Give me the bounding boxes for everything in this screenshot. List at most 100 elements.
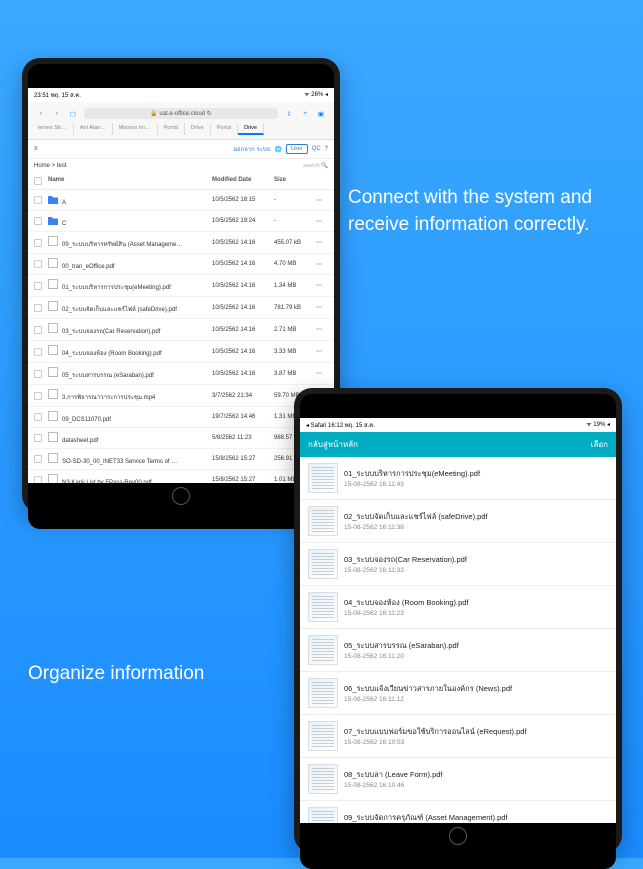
document-row[interactable]: 01_ระบบบริหารการประชุม(eMeeting).pdf 15-… [300, 457, 616, 500]
forward-icon[interactable]: › [52, 109, 62, 119]
new-tab-icon[interactable]: + [300, 109, 310, 119]
file-date: 3/7/2562 21:34 [212, 393, 274, 399]
safari-screen: 23:51 พฤ. 15 ส.ค. ᯤ 26% ◂ ‹ › ▢ 🔒 uat.e-… [28, 88, 334, 483]
file-row[interactable]: 00_tran_eOffice.pdf 10/5/2562 14:16 4.70… [28, 254, 334, 275]
more-icon[interactable]: ⋯ [316, 197, 328, 204]
file-row[interactable]: 09_ระบบบริหารทรัพย์สิน (Asset Manageme… … [28, 232, 334, 254]
document-row[interactable]: 05_ระบบสารบรรณ (eSaraban).pdf 15-08-2562… [300, 629, 616, 672]
row-checkbox[interactable] [34, 476, 42, 483]
file-icon [48, 389, 58, 399]
document-thumbnail [308, 463, 338, 493]
more-icon[interactable]: ⋯ [316, 218, 328, 225]
row-checkbox[interactable] [34, 413, 42, 421]
browser-tab[interactable]: Portal [158, 123, 185, 135]
home-button[interactable] [172, 487, 190, 505]
document-row[interactable]: 02_ระบบจัดเก็บและแชร์ไฟล์ (safeDrive).pd… [300, 500, 616, 543]
row-checkbox[interactable] [34, 196, 42, 204]
caption-organize: Organize information [28, 661, 204, 688]
url-bar[interactable]: 🔒 uat.e-office.cloud ↻ [84, 108, 278, 119]
file-row[interactable]: 04_ระบบจองห้อง (Room Booking).pdf 10/5/2… [28, 341, 334, 363]
share-icon[interactable]: ⇧ [284, 109, 294, 119]
file-row[interactable]: 03_ระบบจองรถ(Car Reservation).pdf 10/5/2… [28, 319, 334, 341]
document-title: 08_ระบบลา (Leave Form).pdf [344, 769, 608, 781]
file-size: 2.71 MB [274, 327, 316, 333]
file-icon [48, 432, 58, 442]
select-all-checkbox[interactable] [34, 177, 42, 185]
row-checkbox[interactable] [34, 392, 42, 400]
row-checkbox[interactable] [34, 348, 42, 356]
more-icon[interactable]: ⋯ [316, 348, 328, 355]
back-to-main-button[interactable]: กลับสู่หน้าหลัก [308, 438, 358, 451]
menu-icon[interactable]: ≡ [34, 146, 38, 152]
row-checkbox[interactable] [34, 217, 42, 225]
document-title: 01_ระบบบริหารการประชุม(eMeeting).pdf [344, 468, 608, 480]
tab-strip: iemex Str…Ant Alan…Mission Im…PortalDriv… [32, 121, 330, 135]
document-title: 02_ระบบจัดเก็บและแชร์ไฟล์ (safeDrive).pd… [344, 511, 608, 523]
search-input[interactable]: search 🔍 [303, 163, 328, 169]
document-date: 15-08-2562 16:10:46 [344, 782, 608, 789]
book-icon[interactable]: ▢ [68, 109, 78, 119]
file-row[interactable]: 3.การพิจารณาวาระการประชุม.mp4 3/7/2562 2… [28, 385, 334, 407]
breadcrumb[interactable]: Home > test [34, 163, 67, 169]
file-row[interactable]: SO-SD-30_00_INET33 Service Terms of … 15… [28, 449, 334, 470]
document-row[interactable]: 07_ระบบแบบฟอร์มขอใช้บริการออนไลน์ (eRequ… [300, 715, 616, 758]
document-row[interactable]: 09_ระบบจัดการครุภัณฑ์ (Asset Management)… [300, 801, 616, 823]
file-row[interactable]: A 10/5/2562 18:15 - ⋯ [28, 190, 334, 211]
select-button[interactable]: เลือก [591, 438, 608, 451]
row-checkbox[interactable] [34, 282, 42, 290]
file-date: 10/5/2562 14:16 [212, 327, 274, 333]
row-checkbox[interactable] [34, 239, 42, 247]
qc-badge[interactable]: QC [312, 146, 321, 152]
document-date: 15-08-2562 16:10:53 [344, 739, 608, 746]
document-row[interactable]: 04_ระบบจองห้อง (Room Booking).pdf 15-08-… [300, 586, 616, 629]
file-row[interactable]: 02_ระบบจัดเก็บและแชร์ไฟล์ (safeDrive).pd… [28, 297, 334, 319]
file-icon [48, 345, 58, 355]
more-icon[interactable]: ⋯ [316, 304, 328, 311]
document-row[interactable]: 08_ระบบลา (Leave Form).pdf 15-08-2562 16… [300, 758, 616, 801]
row-checkbox[interactable] [34, 260, 42, 268]
more-icon[interactable]: ⋯ [316, 326, 328, 333]
help-icon[interactable]: ? [325, 146, 328, 152]
user-badge[interactable]: User [286, 144, 308, 154]
col-size-header[interactable]: Size [274, 177, 316, 185]
site-header: ≡ ออกจาก ระบบ 🌐 User QC ? [28, 140, 334, 159]
browser-tab[interactable]: Ant Alan… [74, 123, 113, 135]
tabs-icon[interactable]: ▣ [316, 109, 326, 119]
logout-link[interactable]: ออกจาก ระบบ [233, 144, 270, 154]
more-icon[interactable]: ⋯ [316, 370, 328, 377]
document-thumbnail [308, 635, 338, 665]
browser-tab[interactable]: Drive [238, 123, 264, 135]
file-row[interactable]: 01_ระบบบริหารการประชุม(eMeeting).pdf 10/… [28, 275, 334, 297]
more-icon[interactable]: ⋯ [316, 239, 328, 246]
browser-tab[interactable]: Portal [211, 123, 238, 135]
more-icon[interactable]: ⋯ [316, 261, 328, 268]
document-thumbnail [308, 506, 338, 536]
row-checkbox[interactable] [34, 326, 42, 334]
document-row[interactable]: 03_ระบบจองรถ(Car Reservation).pdf 15-08-… [300, 543, 616, 586]
row-checkbox[interactable] [34, 434, 42, 442]
file-row[interactable]: 09_DCS11070.pdf 19/7/2562 14:46 1.31 MB … [28, 407, 334, 428]
row-checkbox[interactable] [34, 370, 42, 378]
file-date: 10/5/2562 14:16 [212, 240, 274, 246]
file-row[interactable]: 05_ระบบสารบรรณ (eSaraban).pdf 10/5/2562 … [28, 363, 334, 385]
file-row[interactable]: N3 Kanji List by FPass-Rev00.pdf 15/8/25… [28, 470, 334, 483]
home-button[interactable] [449, 827, 467, 845]
more-icon[interactable]: ⋯ [316, 282, 328, 289]
browser-tab[interactable]: Mission Im… [113, 123, 158, 135]
file-size: 781.79 kB [274, 305, 316, 311]
row-checkbox[interactable] [34, 304, 42, 312]
lang-icon[interactable]: 🌐 [275, 146, 282, 153]
row-checkbox[interactable] [34, 455, 42, 463]
col-name-header[interactable]: Name [48, 177, 212, 185]
file-row[interactable]: datasheet.pdf 5/8/2562 11:23 988.57 kB ⋯ [28, 428, 334, 449]
document-title: 03_ระบบจองรถ(Car Reservation).pdf [344, 554, 608, 566]
browser-tab[interactable]: iemex Str… [32, 123, 74, 135]
back-icon[interactable]: ‹ [36, 109, 46, 119]
browser-tab[interactable]: Drive [185, 123, 211, 135]
file-row[interactable]: C 10/5/2562 19:24 - ⋯ [28, 211, 334, 232]
file-date: 15/8/2562 15:27 [212, 477, 274, 483]
col-date-header[interactable]: Modified Date [212, 177, 274, 185]
document-row[interactable]: 06_ระบบแจ้งเวียนข่าวสารภายในองค์กร (News… [300, 672, 616, 715]
file-size: 4.70 MB [274, 261, 316, 267]
status-bar-2: ◂ Safari 16:12 พฤ. 15 ส.ค. ᯤ 19% ◂ [300, 418, 616, 432]
